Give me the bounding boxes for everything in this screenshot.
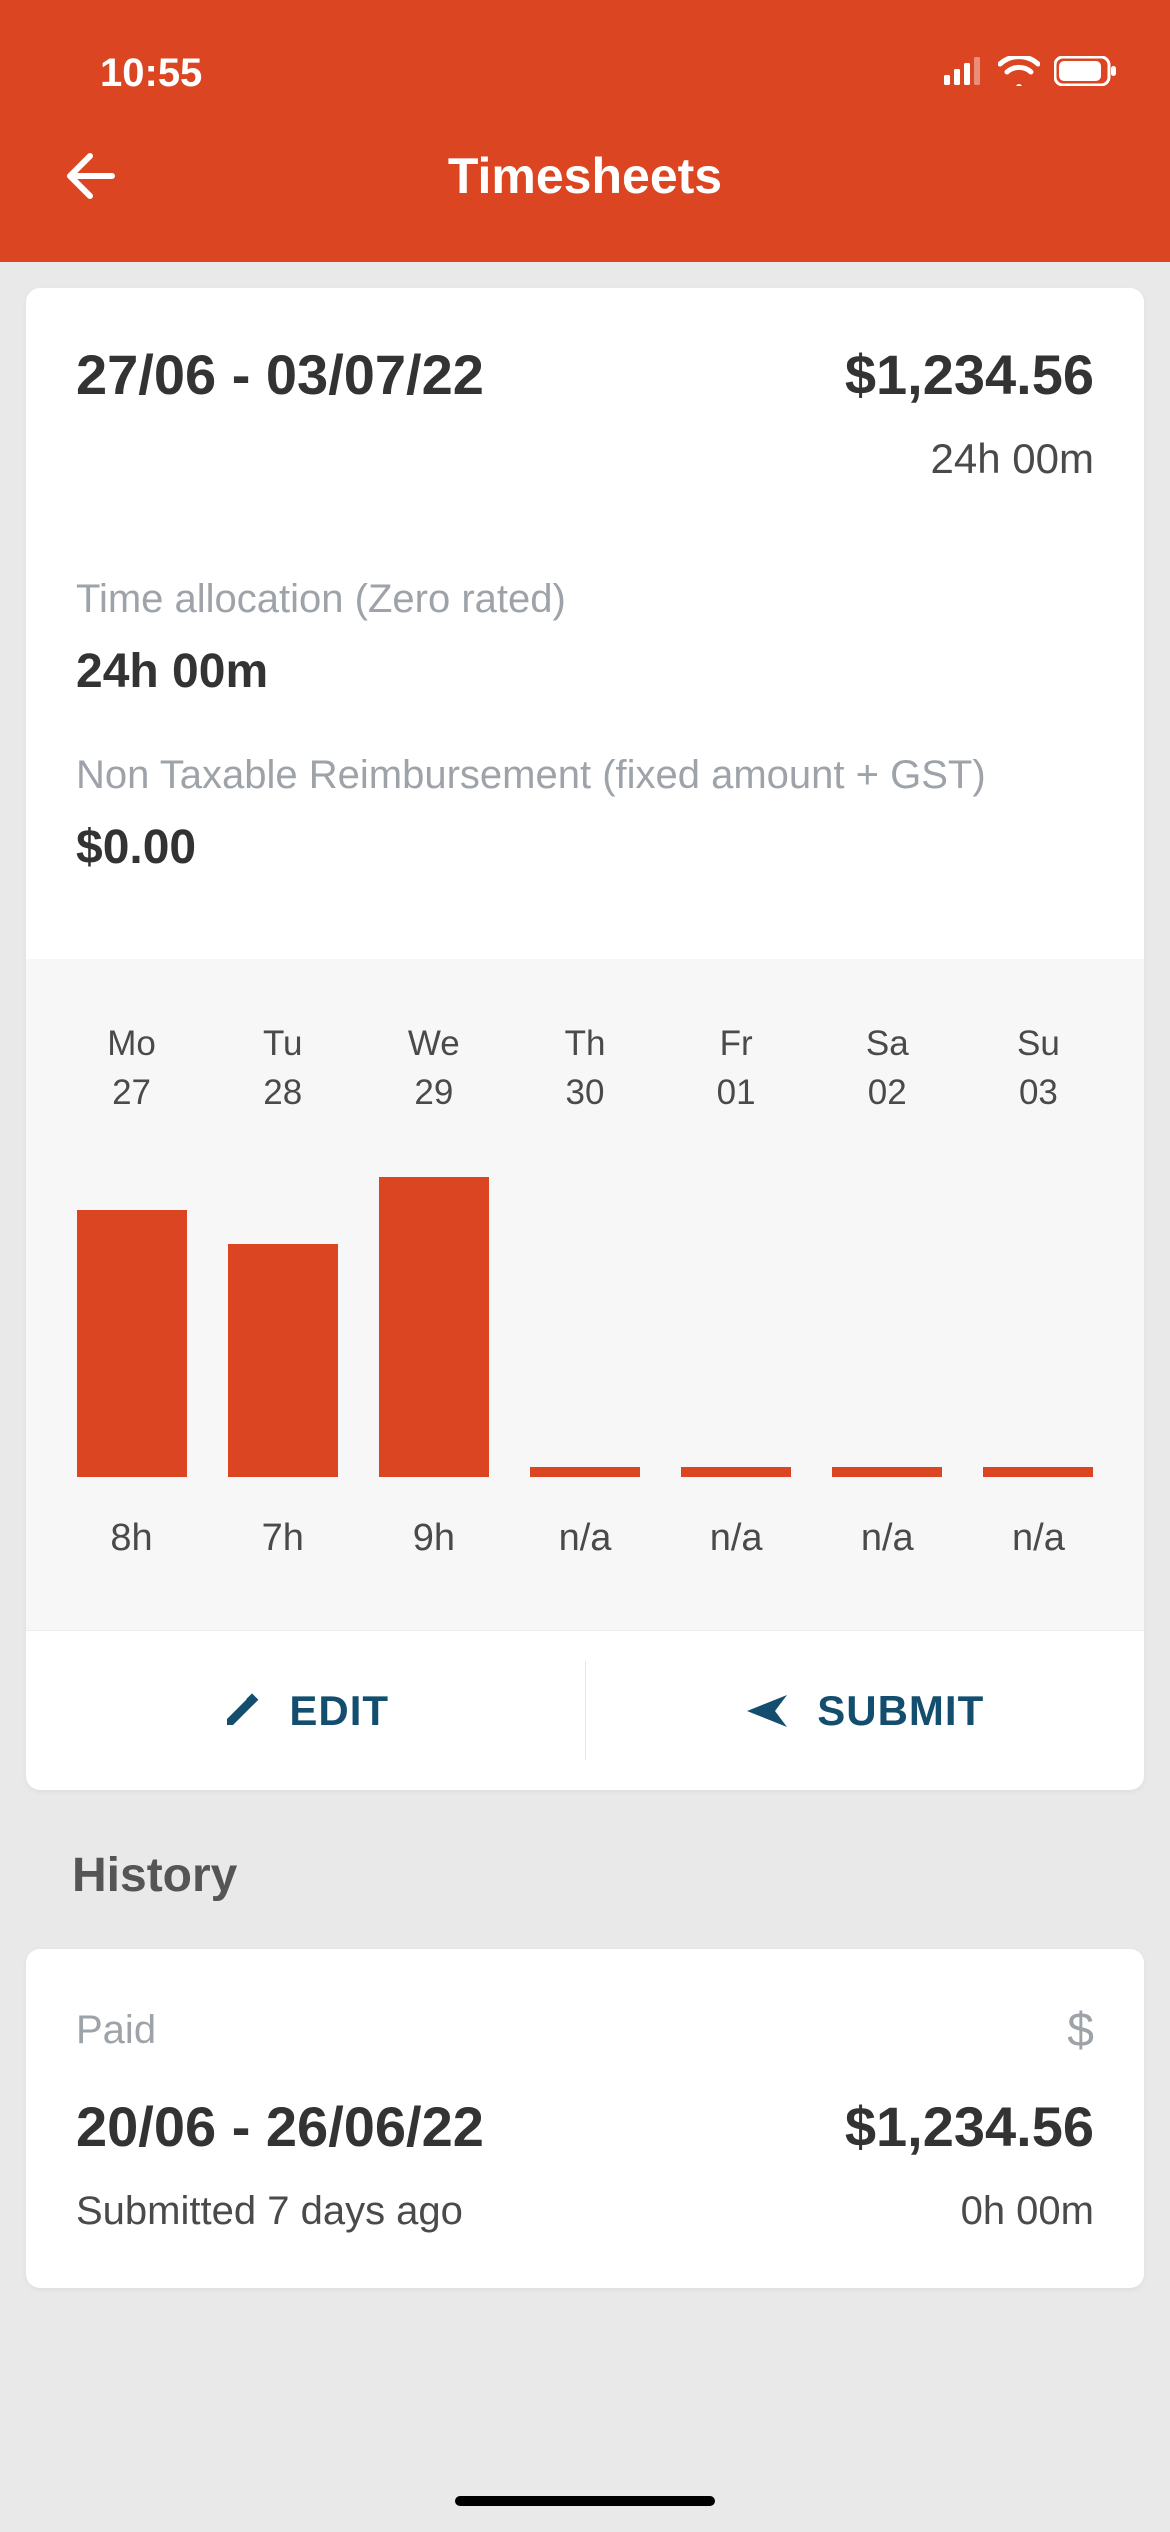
history-hours: 0h 00m bbox=[961, 2189, 1094, 2234]
history-item-card[interactable]: Paid $ 20/06 - 26/06/22 $1,234.56 Submit… bbox=[26, 1949, 1144, 2288]
reimbursement-section: Non Taxable Reimbursement (fixed amount … bbox=[26, 699, 1144, 919]
chart-value-label: 8h bbox=[56, 1517, 207, 1560]
page-title: Timesheets bbox=[0, 147, 1170, 205]
chart-day-name: Fr bbox=[720, 1019, 753, 1068]
submit-button[interactable]: SUBMIT bbox=[586, 1631, 1145, 1790]
reimbursement-value: $0.00 bbox=[76, 820, 1094, 875]
chart-day-name: Su bbox=[1017, 1019, 1060, 1068]
battery-icon bbox=[1054, 56, 1118, 91]
status-bar: 10:55 bbox=[0, 0, 1170, 110]
chart-value-label: n/a bbox=[661, 1517, 812, 1560]
chart-value-label: n/a bbox=[509, 1517, 660, 1560]
dollar-icon: $ bbox=[1067, 2003, 1094, 2058]
history-date-range: 20/06 - 26/06/22 bbox=[76, 2094, 484, 2159]
chart-day-date: 02 bbox=[868, 1068, 907, 1117]
timesheet-actions: EDIT SUBMIT bbox=[26, 1630, 1144, 1790]
allocation-value: 24h 00m bbox=[76, 644, 1094, 699]
chart-day-date: 01 bbox=[717, 1068, 756, 1117]
send-icon bbox=[745, 1691, 789, 1731]
chart-value-label: 7h bbox=[207, 1517, 358, 1560]
timesheet-date-range: 27/06 - 03/07/22 bbox=[76, 342, 484, 407]
history-status-label: Paid bbox=[76, 2008, 156, 2053]
app-header: 10:55 bbox=[0, 0, 1170, 262]
timesheet-amount: $1,234.56 bbox=[845, 342, 1094, 407]
chart-day-name: Th bbox=[565, 1019, 606, 1068]
back-button[interactable] bbox=[60, 146, 120, 206]
pencil-icon bbox=[221, 1691, 261, 1731]
edit-button-label: EDIT bbox=[289, 1687, 389, 1735]
current-timesheet-card: 27/06 - 03/07/22 $1,234.56 24h 00m Time … bbox=[26, 288, 1144, 1790]
chart-value-labels: 8h 7h 9h n/a n/a n/a n/a bbox=[56, 1517, 1114, 1560]
chart-value-label: n/a bbox=[963, 1517, 1114, 1560]
chart-day-name: We bbox=[408, 1019, 460, 1068]
chart-value-label: 9h bbox=[358, 1517, 509, 1560]
home-indicator bbox=[455, 2496, 715, 2506]
chart-bar bbox=[983, 1467, 1093, 1477]
history-submitted-text: Submitted 7 days ago bbox=[76, 2189, 463, 2234]
timesheet-total-hours: 24h 00m bbox=[76, 435, 1094, 483]
wifi-icon bbox=[998, 56, 1040, 91]
history-heading: History bbox=[0, 1816, 1170, 1923]
allocation-section: Time allocation (Zero rated) 24h 00m bbox=[26, 523, 1144, 699]
submit-button-label: SUBMIT bbox=[817, 1687, 984, 1735]
chart-day-name: Sa bbox=[866, 1019, 909, 1068]
history-amount: $1,234.56 bbox=[845, 2094, 1094, 2159]
reimbursement-label: Non Taxable Reimbursement (fixed amount … bbox=[76, 753, 1094, 798]
edit-button[interactable]: EDIT bbox=[26, 1631, 585, 1790]
chart-day-name: Tu bbox=[263, 1019, 303, 1068]
nav-bar: Timesheets bbox=[0, 110, 1170, 262]
hours-chart: Mo27 Tu28 We29 Th30 Fr01 Sa02 Su03 8h 7h… bbox=[26, 959, 1144, 1630]
chart-bar bbox=[832, 1467, 942, 1477]
chart-day-date: 27 bbox=[112, 1068, 151, 1117]
status-icons bbox=[944, 56, 1118, 91]
cellular-signal-icon bbox=[944, 57, 984, 90]
chart-value-label: n/a bbox=[812, 1517, 963, 1560]
chart-bar bbox=[77, 1210, 187, 1477]
arrow-left-icon bbox=[64, 150, 116, 202]
chart-bar bbox=[530, 1467, 640, 1477]
chart-day-date: 03 bbox=[1019, 1068, 1058, 1117]
chart-day-name: Mo bbox=[107, 1019, 156, 1068]
status-time: 10:55 bbox=[52, 51, 202, 96]
chart-bar bbox=[379, 1177, 489, 1477]
chart-day-date: 29 bbox=[414, 1068, 453, 1117]
chart-day-date: 30 bbox=[566, 1068, 605, 1117]
allocation-label: Time allocation (Zero rated) bbox=[76, 577, 1094, 622]
chart-bar bbox=[228, 1244, 338, 1477]
chart-bar bbox=[681, 1467, 791, 1477]
chart-day-date: 28 bbox=[263, 1068, 302, 1117]
timesheet-summary: 27/06 - 03/07/22 $1,234.56 24h 00m bbox=[26, 288, 1144, 523]
chart-day-labels: Mo27 Tu28 We29 Th30 Fr01 Sa02 Su03 bbox=[56, 1019, 1114, 1117]
chart-bars bbox=[56, 1177, 1114, 1477]
